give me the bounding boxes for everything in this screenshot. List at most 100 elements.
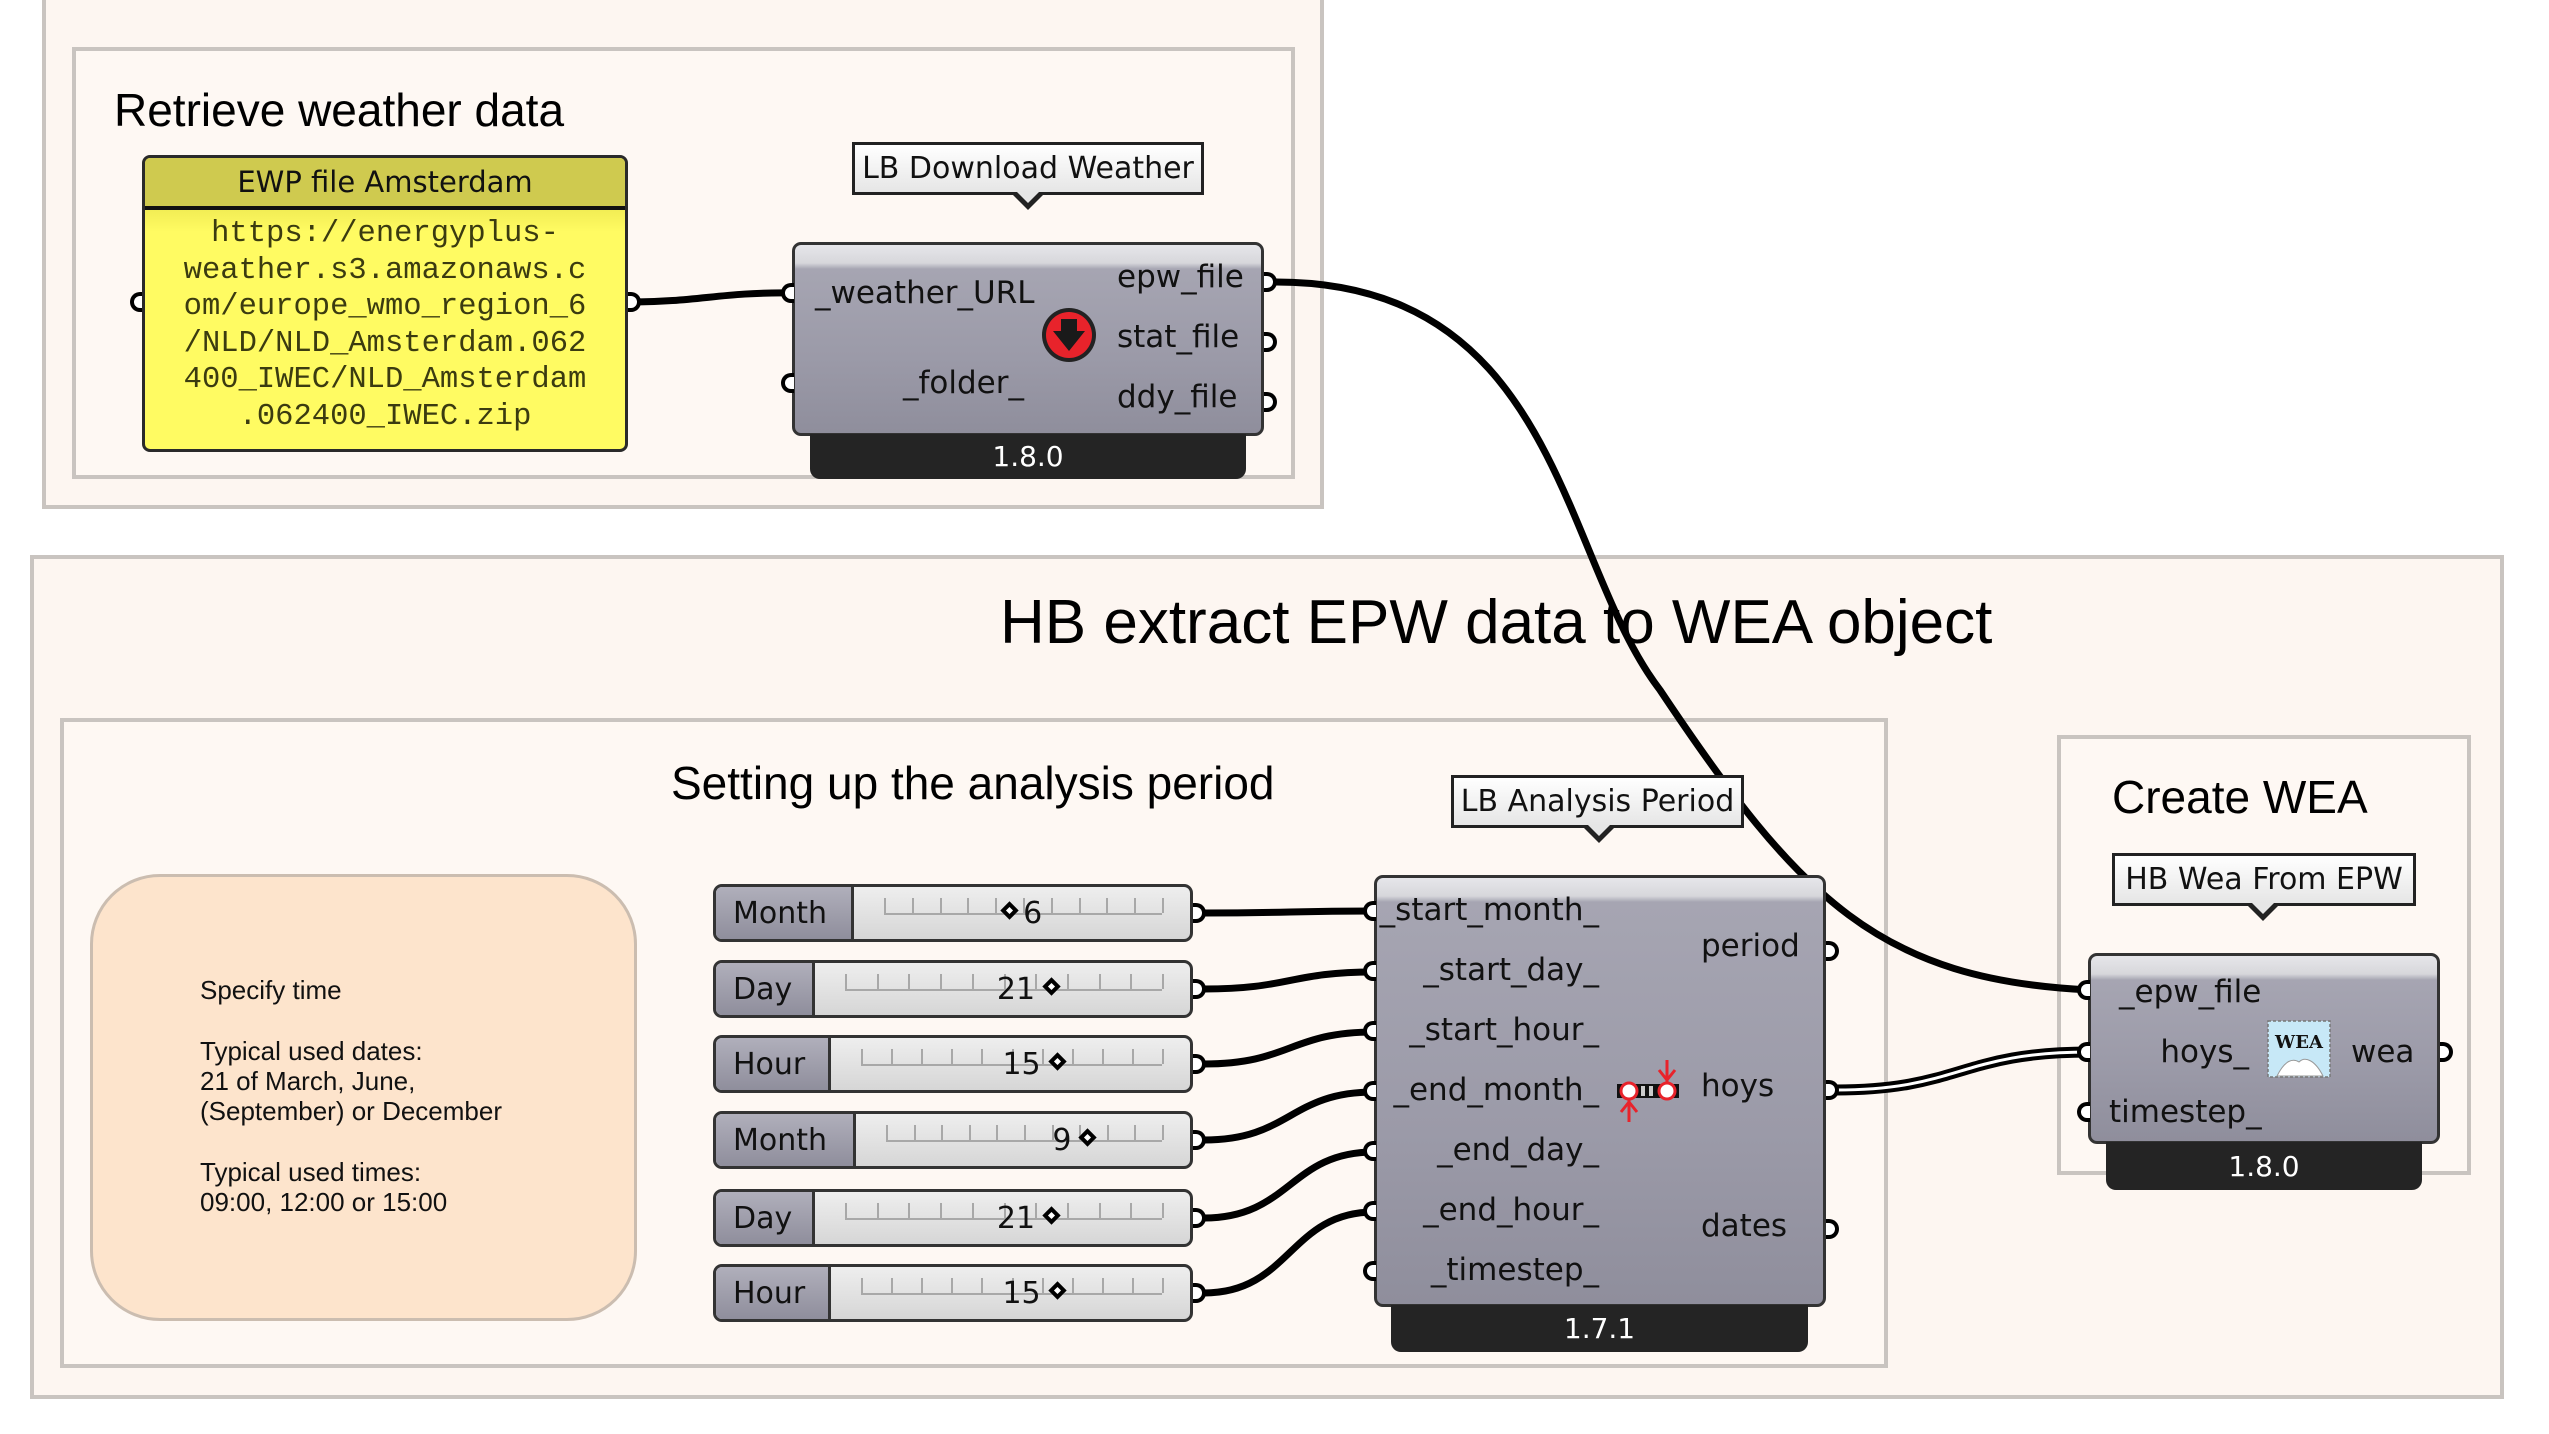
slider-tick [908, 974, 911, 989]
slider-tick [967, 898, 970, 913]
wea-icon-text: WEA [2274, 1032, 2324, 1053]
component-download-weather[interactable]: _weather_URL _folder_ epw_file stat_file… [792, 242, 1264, 436]
component-analysis-period[interactable]: _start_month_ _start_day_ _start_hour_ _… [1374, 875, 1826, 1307]
number-slider-day[interactable]: Day 21 [713, 1189, 1193, 1247]
wire-url [627, 289, 793, 306]
slider-tick [1071, 1049, 1074, 1064]
wire-hour-end [1203, 1208, 1375, 1297]
slider-value: 21 [996, 972, 1036, 1007]
number-slider-hour[interactable]: Hour 15 [713, 1264, 1193, 1322]
slider-grip[interactable] [1042, 1206, 1061, 1225]
port-in-end-day[interactable] [1363, 1141, 1376, 1161]
output-stat-file: stat_file [1117, 319, 1240, 355]
slider-tick [911, 898, 914, 913]
input-end-day: _end_day_ [1437, 1132, 1599, 1168]
panel-line: 400_IWEC/NLD_Amsterdam [183, 363, 587, 397]
wire-month-end [1203, 1088, 1375, 1144]
wire-month-start [1203, 907, 1375, 917]
slider-tick [941, 1125, 944, 1140]
port-in-start-day[interactable] [1363, 961, 1376, 981]
number-slider-day[interactable]: Day 21 [713, 960, 1193, 1018]
slider-grip[interactable] [1047, 1052, 1067, 1071]
port-in-hoys[interactable] [2077, 1042, 2090, 1062]
input-end-hour: _end_hour_ [1423, 1192, 1599, 1228]
slider-track[interactable]: 6 [854, 887, 1190, 939]
number-slider-hour[interactable]: Hour 15 [713, 1035, 1193, 1093]
slider-label: Day [716, 1192, 815, 1244]
port-in-weather-url[interactable] [781, 283, 794, 303]
panel-line: weather.s3.amazonaws.c [183, 253, 587, 288]
slider-tick [1131, 1049, 1134, 1064]
input-timestep: timestep_ [2109, 1094, 2262, 1130]
slider-track[interactable]: 9 [856, 1114, 1190, 1166]
input-folder: _folder_ [903, 365, 1024, 401]
slider-grip[interactable] [1042, 977, 1061, 996]
slider-tick [1130, 1203, 1133, 1218]
slider-tick [940, 974, 943, 989]
slider-label: Day [716, 963, 815, 1015]
slider-tick [1106, 1125, 1109, 1140]
tooltip-arrow [1012, 191, 1044, 210]
panel-epw-url[interactable]: EWP file Amsterdam https://energyplus-we… [142, 155, 628, 452]
slider-tick [876, 1203, 879, 1218]
note-line: 09:00, 12:00 or 15:00 [200, 1187, 448, 1217]
slider-tick [1130, 974, 1133, 989]
tooltip-analysis-period: LB Analysis Period [1451, 775, 1744, 828]
output-ddy-file: ddy_file [1117, 379, 1238, 415]
number-slider-month[interactable]: Month 6 [713, 884, 1193, 942]
slider-tick [981, 1278, 984, 1293]
slider-tick [1071, 1278, 1074, 1293]
wire-day-end [1203, 1148, 1375, 1222]
slider-grip[interactable] [1047, 1281, 1067, 1300]
slider-tick [968, 1125, 971, 1140]
slider-tick [1050, 898, 1053, 913]
slider-value: 15 [1002, 1047, 1041, 1082]
slider-track[interactable]: 21 [815, 1192, 1190, 1244]
port-in-folder[interactable] [781, 373, 794, 393]
port-in-timestep[interactable] [1363, 1261, 1376, 1281]
slider-tick [971, 1203, 974, 1218]
slider-tick [1134, 1125, 1137, 1140]
version-badge: 1.8.0 [810, 434, 1246, 479]
analysis-period-icon [1615, 1058, 1681, 1124]
slider-grip[interactable] [1000, 901, 1019, 920]
slider-tick [891, 1278, 894, 1293]
port-in-end-hour[interactable] [1363, 1201, 1376, 1221]
slider-tick [1131, 1278, 1134, 1293]
version-badge: 1.8.0 [2106, 1142, 2422, 1190]
number-slider-month[interactable]: Month 9 [713, 1111, 1193, 1169]
panel-content[interactable]: https://energyplus-weather.s3.amazonaws.… [145, 210, 625, 435]
note-line: Typical used times: [200, 1157, 422, 1187]
port-in-timestep[interactable] [2077, 1102, 2090, 1122]
slider-tick [971, 974, 974, 989]
slider-value: 6 [1023, 896, 1043, 931]
port-in-start-month[interactable] [1363, 901, 1376, 921]
tooltip-wea-from-epw: HB Wea From EPW [2112, 853, 2416, 906]
wire-hour-start [1203, 1028, 1375, 1068]
wire-day-start [1203, 968, 1375, 993]
panel-line: /NLD/NLD_Amsterdam.062 [183, 326, 587, 361]
slider-tick [951, 1278, 954, 1293]
note-line: Specify time [200, 975, 342, 1005]
port-in-end-month[interactable] [1363, 1081, 1376, 1101]
slider-track[interactable]: 21 [815, 963, 1190, 1015]
output-epw-file: epw_file [1117, 259, 1244, 295]
slider-tick [886, 1125, 888, 1140]
slider-tick [1035, 974, 1038, 989]
note-line: Typical used dates: [200, 1036, 423, 1066]
slider-grip[interactable] [1078, 1128, 1098, 1147]
port-in-epw-file[interactable] [2077, 980, 2090, 1000]
slider-tick [1134, 898, 1137, 913]
slider-tick [1162, 974, 1164, 989]
slider-tick [1162, 1125, 1164, 1140]
slider-track[interactable]: 15 [831, 1267, 1190, 1319]
component-wea-from-epw[interactable]: _epw_file hoys_ timestep_ WEA wea [2088, 953, 2440, 1144]
version-badge: 1.7.1 [1391, 1305, 1808, 1352]
port-in-start-hour[interactable] [1363, 1021, 1376, 1041]
slider-value: 21 [996, 1201, 1036, 1236]
slider-tick [995, 898, 998, 913]
slider-value: 9 [1052, 1123, 1072, 1158]
slider-track[interactable]: 15 [831, 1038, 1190, 1090]
input-epw-file: _epw_file [2119, 974, 2262, 1010]
slider-tick [1041, 1278, 1044, 1293]
